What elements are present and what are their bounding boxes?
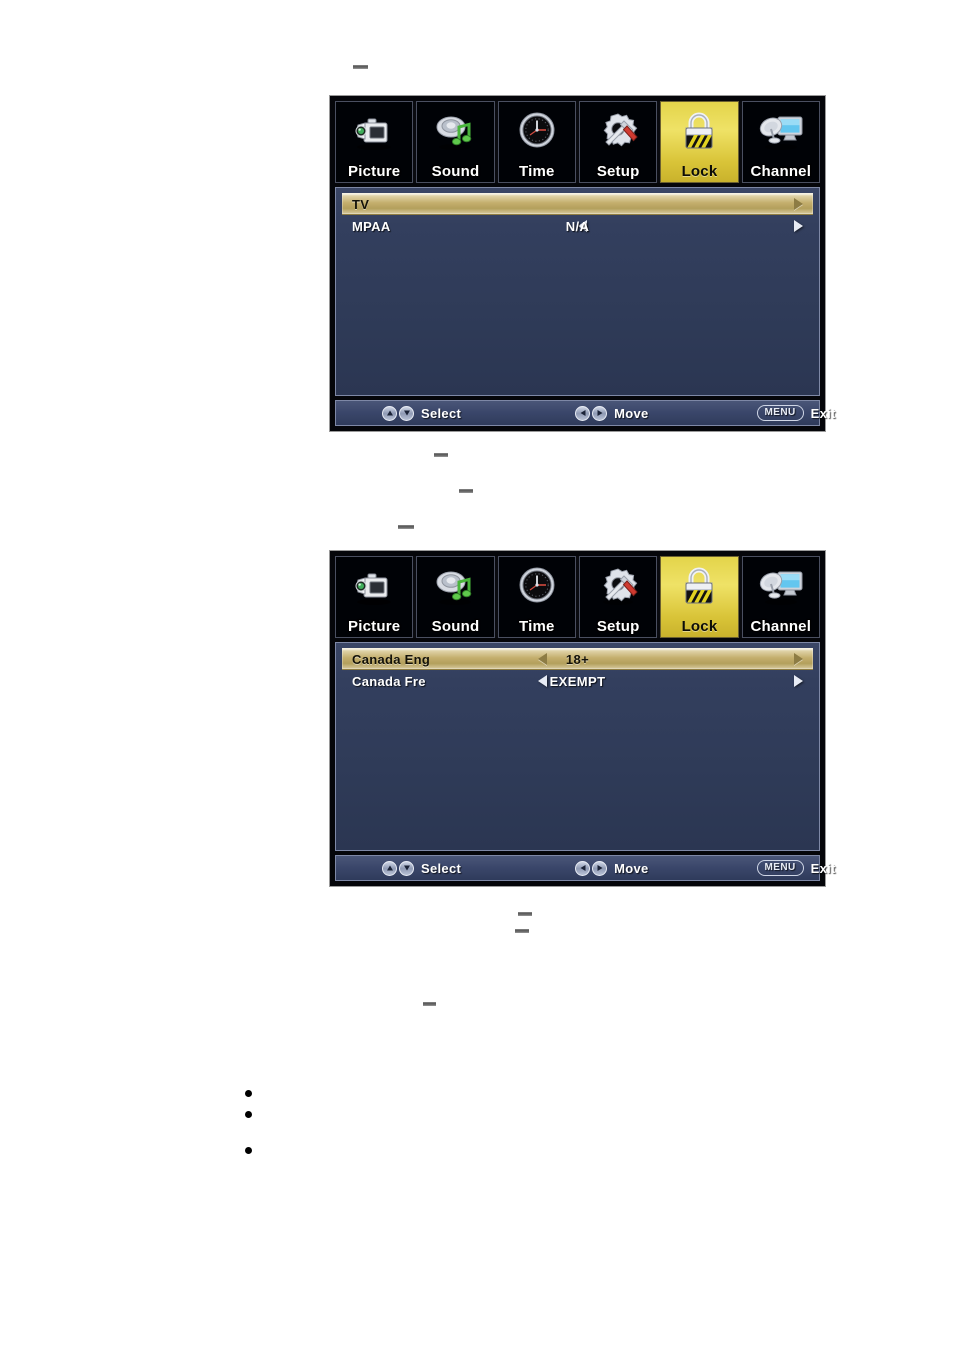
hint-select: Select — [382, 405, 462, 421]
right-arrow-icon[interactable] — [794, 198, 803, 210]
menu-tab-label: Time — [519, 163, 555, 180]
menu-tab-label: Channel — [750, 618, 812, 635]
leftright-arrow-buttons[interactable] — [575, 405, 608, 421]
menu-tab-sound[interactable]: Sound — [416, 556, 495, 638]
up-arrow-button[interactable] — [382, 860, 397, 876]
dash-mark — [434, 453, 448, 457]
option-label: Canada Fre — [352, 673, 426, 689]
hint-label: Move — [614, 860, 649, 876]
dash-mark — [515, 929, 529, 933]
hint-move: Move — [575, 405, 649, 421]
bullet-mark — [245, 1111, 252, 1118]
right-arrow-icon[interactable] — [794, 675, 803, 687]
left-arrow-icon[interactable] — [578, 220, 587, 232]
menu-tab-time[interactable]: Time — [497, 556, 576, 638]
up-arrow-button[interactable] — [382, 405, 397, 421]
menu-icon-bar[interactable]: Picture Sound Time Setup Lock Channel — [335, 556, 820, 638]
camcorder-icon — [336, 560, 412, 612]
left-arrow-icon[interactable] — [538, 675, 547, 687]
menu-tab-label: Sound — [431, 618, 480, 635]
menu-tab-label: Picture — [348, 618, 401, 635]
satellite-dish-monitor-icon — [743, 560, 819, 612]
updown-arrow-buttons[interactable] — [382, 405, 414, 421]
gear-screwdriver-icon — [580, 560, 656, 612]
dash-mark — [423, 1002, 436, 1006]
hint-label: Move — [614, 405, 649, 421]
footer-hint-bar: Select Move MENU Exit — [335, 400, 835, 426]
padlock-icon — [661, 560, 737, 612]
menu-tab-label: Picture — [348, 163, 401, 180]
osd-panel-canada-rating: Picture Sound Time Setup Lock Channel Ca… — [329, 550, 835, 887]
menu-tab-label: Setup — [596, 163, 640, 180]
menu-tab-lock[interactable]: Lock — [660, 556, 739, 638]
menu-tab-label: Time — [519, 618, 555, 635]
updown-arrow-buttons[interactable] — [382, 860, 414, 876]
speaker-music-note-icon — [417, 560, 493, 612]
left-arrow-button[interactable] — [575, 405, 591, 421]
dash-mark — [398, 525, 414, 529]
document-page: Picture Sound Time Setup Lock Channel TV… — [0, 0, 954, 1354]
option-label: TV — [352, 196, 370, 212]
hint-label: Exit — [810, 860, 836, 876]
right-arrow-icon[interactable] — [794, 653, 803, 665]
down-arrow-button[interactable] — [399, 860, 414, 876]
hint-label: Select — [421, 405, 462, 421]
menu-tab-label: Setup — [596, 618, 640, 635]
menu-tab-lock[interactable]: Lock — [660, 101, 739, 183]
clock-icon — [499, 560, 575, 612]
camcorder-icon — [336, 105, 412, 157]
bullet-mark — [245, 1147, 252, 1154]
option-label: Canada Eng — [352, 651, 431, 667]
hint-move: Move — [575, 860, 649, 876]
menu-tab-setup[interactable]: Setup — [578, 556, 658, 638]
hint-exit: MENU Exit — [756, 405, 836, 421]
menu-button[interactable]: MENU — [756, 405, 804, 421]
menu-tab-picture[interactable]: Picture — [335, 101, 414, 183]
option-row-mpaa[interactable]: MPAA N/A — [342, 215, 813, 237]
hint-label: Exit — [810, 405, 836, 421]
leftright-arrow-buttons[interactable] — [575, 860, 608, 876]
osd-panel-tv-rating: Picture Sound Time Setup Lock Channel TV… — [329, 95, 835, 432]
dash-mark — [518, 912, 532, 916]
gear-screwdriver-icon — [580, 105, 656, 157]
option-label: MPAA — [352, 218, 391, 234]
speaker-music-note-icon — [417, 105, 493, 157]
menu-tab-sound[interactable]: Sound — [416, 101, 495, 183]
footer-hint-bar: Select Move MENU Exit — [335, 855, 835, 881]
menu-button[interactable]: MENU — [756, 860, 804, 876]
menu-icon-bar[interactable]: Picture Sound Time Setup Lock Channel — [335, 101, 820, 183]
hint-exit: MENU Exit — [756, 860, 836, 876]
option-list: TV MPAA N/A — [335, 187, 820, 396]
right-arrow-icon[interactable] — [794, 220, 803, 232]
satellite-dish-monitor-icon — [743, 105, 819, 157]
option-row-tv[interactable]: TV — [342, 193, 813, 215]
menu-tab-channel[interactable]: Channel — [741, 556, 820, 638]
hint-select: Select — [382, 860, 462, 876]
clock-icon — [499, 105, 575, 157]
down-arrow-button[interactable] — [399, 405, 414, 421]
left-arrow-button[interactable] — [575, 860, 591, 876]
left-arrow-icon[interactable] — [538, 653, 547, 665]
menu-tab-label: Lock — [681, 163, 718, 180]
option-row-canada-eng[interactable]: Canada Eng 18+ — [342, 648, 813, 670]
menu-tab-label: Channel — [750, 163, 812, 180]
menu-tab-label: Lock — [681, 618, 718, 635]
dash-mark — [353, 65, 368, 69]
hint-label: Select — [421, 860, 462, 876]
menu-tab-time[interactable]: Time — [497, 101, 576, 183]
menu-tab-label: Sound — [431, 163, 480, 180]
bullet-mark — [245, 1090, 252, 1097]
menu-tab-channel[interactable]: Channel — [741, 101, 820, 183]
right-arrow-button[interactable] — [592, 405, 608, 421]
dash-mark — [459, 489, 473, 493]
option-row-canada-fre[interactable]: Canada Fre EXEMPT — [342, 670, 813, 692]
right-arrow-button[interactable] — [592, 860, 608, 876]
menu-tab-picture[interactable]: Picture — [335, 556, 414, 638]
padlock-icon — [661, 105, 737, 157]
option-list: Canada Eng 18+ Canada Fre EXEMPT — [335, 642, 820, 851]
menu-tab-setup[interactable]: Setup — [578, 101, 658, 183]
